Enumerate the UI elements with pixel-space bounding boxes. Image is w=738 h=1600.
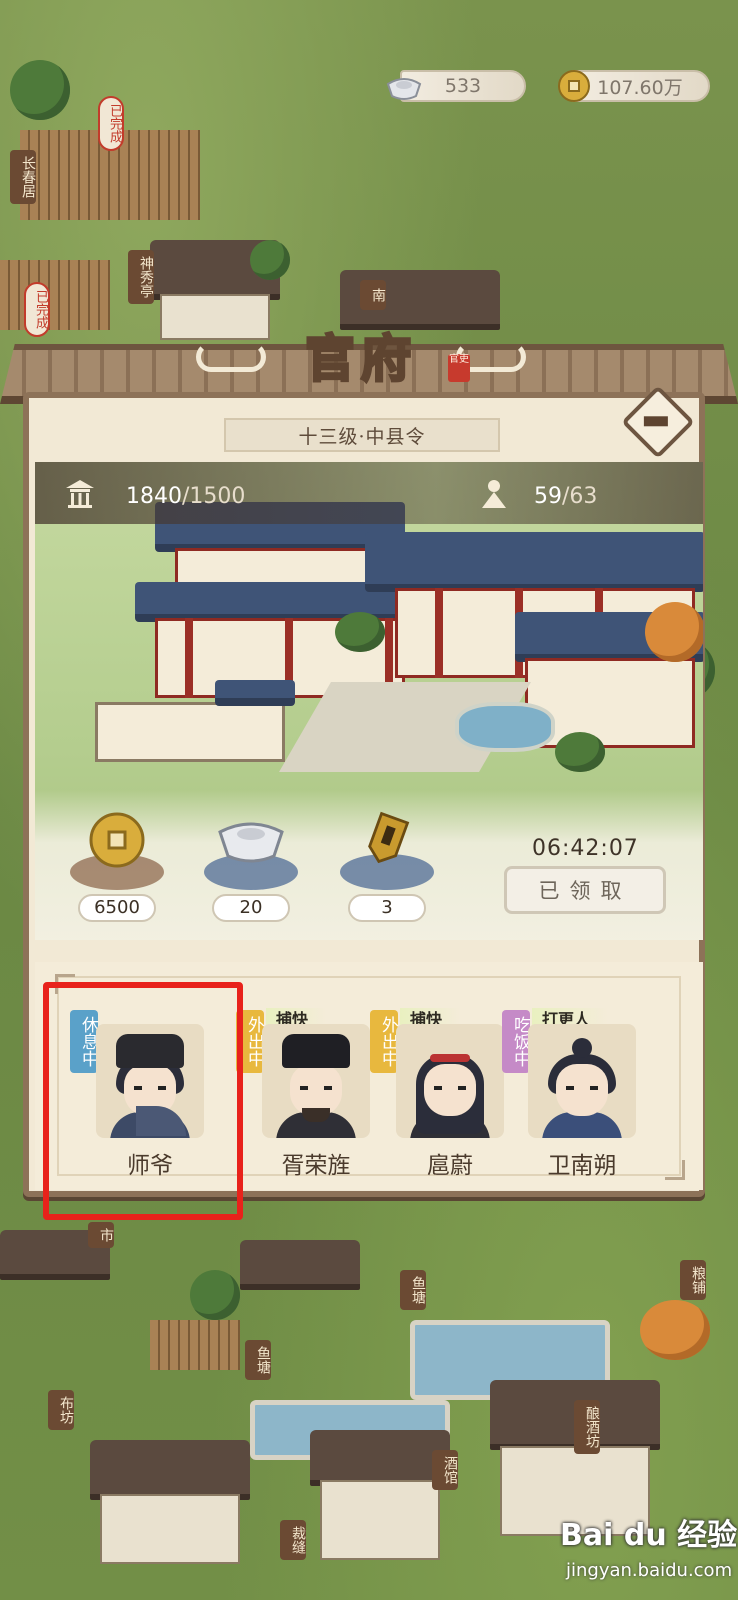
capacity-current: 1840: [126, 484, 182, 509]
panel-title-box: 官府: [196, 318, 526, 392]
hammer-icon: [643, 416, 668, 427]
town-label-shenxiu[interactable]: 神秀亭: [128, 250, 154, 304]
completed-badge[interactable]: 已完成: [24, 282, 50, 337]
staff-card-xurongjing[interactable]: 外出中 捕快 胥荣旌: [232, 1000, 382, 1190]
town-label-yutang-b[interactable]: 鱼塘: [245, 1340, 271, 1380]
reward-silver[interactable]: 20: [204, 810, 298, 924]
staff-portrait: [396, 1024, 504, 1138]
reward-qty: 3: [348, 894, 426, 922]
staff-card-weinanshuo[interactable]: 吃饭中 打更人 卫南朔: [498, 1000, 648, 1190]
town-label-shi[interactable]: 市: [88, 1222, 114, 1248]
person-icon: [482, 480, 506, 508]
reward-qty: 20: [212, 894, 290, 922]
token-tablet-icon: [368, 811, 410, 864]
staff-portrait: [262, 1024, 370, 1138]
town-label-bufang[interactable]: 布坊: [48, 1390, 74, 1430]
silver-value: 533: [444, 75, 482, 97]
town-label-yutang-a[interactable]: 鱼塘: [400, 1270, 426, 1310]
highlight-box: [43, 982, 243, 1220]
building-capacity: 1840/1500: [126, 484, 245, 509]
baidu-watermark: Bai du 经验: [560, 1510, 737, 1554]
town-label-changchun[interactable]: 长春居: [10, 150, 36, 204]
reward-copper[interactable]: 6500: [70, 810, 164, 924]
capacity-max: /1500: [182, 484, 246, 509]
reward-timer: 06:42:07: [532, 836, 639, 861]
watermark-brand: Bai du 经验: [560, 1518, 738, 1553]
copper-coin-icon: [89, 812, 145, 868]
town-label-jiuguan[interactable]: 酒馆: [432, 1450, 458, 1490]
population: 59/63: [534, 484, 597, 509]
status-tag-out: 外出中: [370, 1010, 398, 1073]
population-max: /63: [562, 484, 598, 509]
copper-coin-icon: [558, 70, 590, 102]
claimed-button[interactable]: 已领取: [504, 866, 666, 914]
reward-qty: 6500: [78, 894, 156, 922]
watermark-url: jingyan.baidu.com: [566, 1560, 733, 1581]
copper-value: 107.60万: [597, 76, 683, 99]
status-tag-eating: 吃饭中: [502, 1010, 530, 1073]
pavilion-icon: [66, 480, 94, 508]
silver-ingot-icon: [386, 78, 422, 100]
staff-name: 卫南朔: [547, 1153, 617, 1179]
reward-token[interactable]: 3: [340, 810, 434, 924]
town-label-caifeng[interactable]: 裁缝: [280, 1520, 306, 1560]
town-label-niangjiufang[interactable]: 酿酒坊: [574, 1400, 600, 1454]
panel-title: 官府: [304, 328, 417, 390]
completed-badge[interactable]: 已完成: [98, 96, 124, 151]
town-label-nan[interactable]: 南: [360, 280, 386, 310]
silver-counter[interactable]: 533: [386, 70, 526, 102]
silver-ingot-icon: [218, 822, 284, 863]
rank-label: 十三级·中县令: [224, 418, 500, 452]
staff-card-huwei[interactable]: 外出中 捕快 扈蔚: [366, 1000, 516, 1190]
staff-portrait: [528, 1024, 636, 1138]
copper-counter[interactable]: 107.60万: [558, 70, 710, 102]
town-label-liangpu[interactable]: 粮铺: [680, 1260, 706, 1300]
title-seal: 官吏: [448, 354, 470, 382]
population-current: 59: [534, 484, 562, 509]
